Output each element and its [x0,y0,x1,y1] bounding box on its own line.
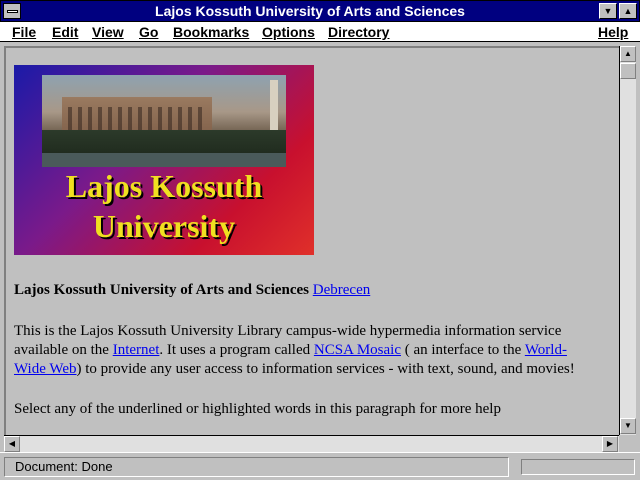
status-text: Document: Done [4,457,509,477]
menu-options[interactable]: Options [262,23,315,41]
window-title: Lajos Kossuth University of Arts and Sci… [155,3,465,19]
menu-edit[interactable]: Edit [52,23,78,41]
maximize-button[interactable]: ▲ [619,3,637,19]
intro-text-4: ) to provide any user access to informat… [76,361,575,377]
horizontal-scrollbar[interactable]: ◀ ▶ [4,435,619,452]
banner-title-line2: University [92,208,236,244]
menu-bookmarks[interactable]: Bookmarks [173,23,249,41]
intro-text-3: ( an interface to the [400,342,525,358]
menu-view[interactable]: View [92,23,124,41]
intro-paragraph: This is the Lajos Kossuth University Lib… [14,322,594,379]
banner-title-line1: Lajos Kossuth [65,168,263,204]
scroll-up-button[interactable]: ▲ [620,46,636,62]
debrecen-link[interactable]: Debrecen [313,282,370,298]
menu-go[interactable]: Go [139,23,158,41]
internet-link[interactable]: Internet [113,342,160,358]
vertical-scroll-thumb[interactable] [620,63,636,79]
pond-shape [42,153,286,167]
minimize-button[interactable]: ▼ [599,3,617,19]
scroll-down-button[interactable]: ▼ [620,418,636,434]
menu-directory[interactable]: Directory [328,23,389,41]
vertical-scrollbar[interactable]: ▲ ▼ [619,46,636,435]
menu-bar: File Edit View Go Bookmarks Options Dire… [0,22,640,42]
menu-help[interactable]: Help [598,23,628,41]
system-menu-icon[interactable] [3,3,21,19]
menu-file[interactable]: File [12,23,36,41]
intro-text-2: . It uses a program called [159,342,314,358]
scroll-left-button[interactable]: ◀ [4,436,20,452]
university-building-photo [42,75,286,167]
scroll-right-button[interactable]: ▶ [602,436,618,452]
heading-title: Lajos Kossuth University of Arts and Sci… [14,282,310,298]
ncsa-mosaic-link[interactable]: NCSA Mosaic [314,342,401,358]
university-banner: Lajos Kossuth University [14,65,314,255]
page-heading: Lajos Kossuth University of Arts and Sci… [14,282,594,299]
progress-indicator [521,459,635,475]
status-bar: Document: Done [0,452,640,480]
title-bar: Lajos Kossuth University of Arts and Sci… [0,0,640,22]
help-paragraph: Select any of the underlined or highligh… [14,401,501,417]
document-viewport: Lajos Kossuth University Lajos Kossuth U… [4,46,619,435]
